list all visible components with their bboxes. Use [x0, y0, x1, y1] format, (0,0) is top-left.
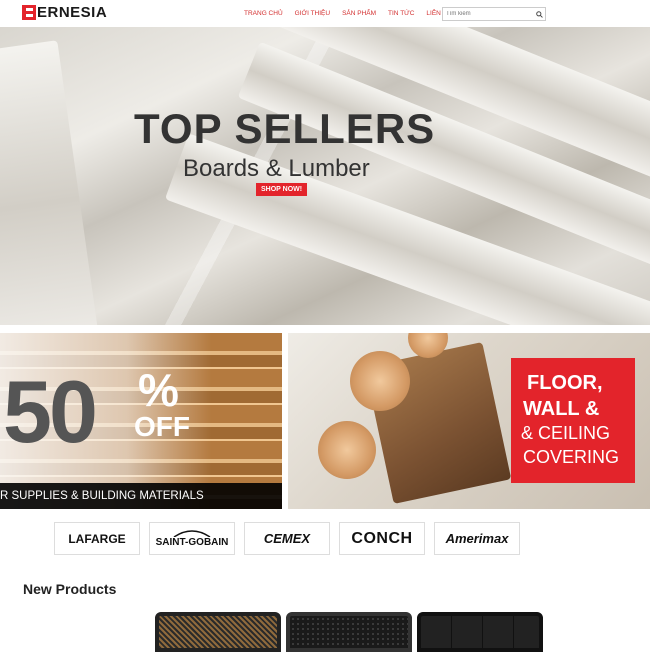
callout-line-4: COVERING: [523, 447, 620, 467]
nav-item-home[interactable]: TRANG CHỦ: [244, 10, 283, 17]
promo-caption-strip: R SUPPLIES & BUILDING MATERIALS: [0, 483, 282, 509]
promo-off-label: OFF: [134, 411, 190, 442]
hero-title: TOP SELLERS: [134, 105, 436, 152]
callout-line-1: FLOOR,: [527, 372, 603, 394]
callout-line-3: & CEILING: [521, 423, 611, 443]
brand-label: CONCH: [351, 529, 413, 547]
promo-discount-banner[interactable]: 50 % OFF R SUPPLIES & BUILDING MATERIALS: [0, 333, 282, 509]
promo-covering-banner[interactable]: FLOOR, WALL & & CEILING COVERING: [288, 333, 650, 509]
nav-item-about[interactable]: GIỚI THIỆU: [295, 10, 330, 17]
shop-now-button[interactable]: SHOP NOW!: [256, 183, 308, 196]
brand-conch[interactable]: CONCH: [339, 522, 425, 555]
promo-discount-number: 50: [3, 362, 98, 461]
search-input[interactable]: [443, 9, 534, 19]
brand-saint-gobain[interactable]: SAINT-GOBAIN: [149, 522, 235, 555]
hero-subtitle: Boards & Lumber: [183, 155, 370, 182]
logo-text: ERNESIA: [37, 3, 108, 21]
covering-callout: FLOOR, WALL & & CEILING COVERING: [511, 358, 635, 483]
product-card[interactable]: [417, 612, 543, 652]
callout-line-2: WALL &: [523, 398, 600, 420]
brand-amerimax[interactable]: Amerimax: [434, 522, 520, 555]
search-box: [442, 7, 546, 21]
site-logo[interactable]: ERNESIA: [22, 3, 107, 21]
search-button[interactable]: [533, 9, 545, 19]
new-products-heading: New Products: [23, 581, 117, 597]
nav-item-news[interactable]: TIN TỨC: [388, 10, 414, 17]
logo-mark-icon: [22, 4, 36, 20]
promo-caption: R SUPPLIES & BUILDING MATERIALS: [0, 490, 204, 502]
search-icon: [535, 10, 543, 18]
brand-label: SAINT-GOBAIN: [155, 537, 229, 548]
product-card[interactable]: [286, 612, 412, 652]
main-nav: TRANG CHỦ GIỚI THIỆU SẢN PHẨM TIN TỨC LI…: [244, 10, 464, 17]
promo-percent-sign: %: [138, 364, 179, 416]
molding-decoration: [0, 40, 102, 325]
brand-label: LAFARGE: [68, 531, 126, 546]
hero-banner: TOP SELLERS Boards & Lumber SHOP NOW!: [0, 27, 650, 325]
brand-label: CEMEX: [263, 531, 311, 546]
flower-decoration: [318, 421, 376, 479]
brand-lafarge[interactable]: LAFARGE: [54, 522, 140, 555]
nav-item-products[interactable]: SẢN PHẨM: [342, 10, 376, 17]
flower-decoration: [350, 351, 410, 411]
site-header: ERNESIA TRANG CHỦ GIỚI THIỆU SẢN PHẨM TI…: [0, 0, 650, 27]
brand-label: Amerimax: [445, 531, 509, 546]
arch-icon: [173, 530, 211, 537]
product-card[interactable]: [155, 612, 281, 652]
brand-cemex[interactable]: CEMEX: [244, 522, 330, 555]
brand-logos: LAFARGE SAINT-GOBAIN CEMEX CONCH Amerima…: [54, 522, 529, 555]
